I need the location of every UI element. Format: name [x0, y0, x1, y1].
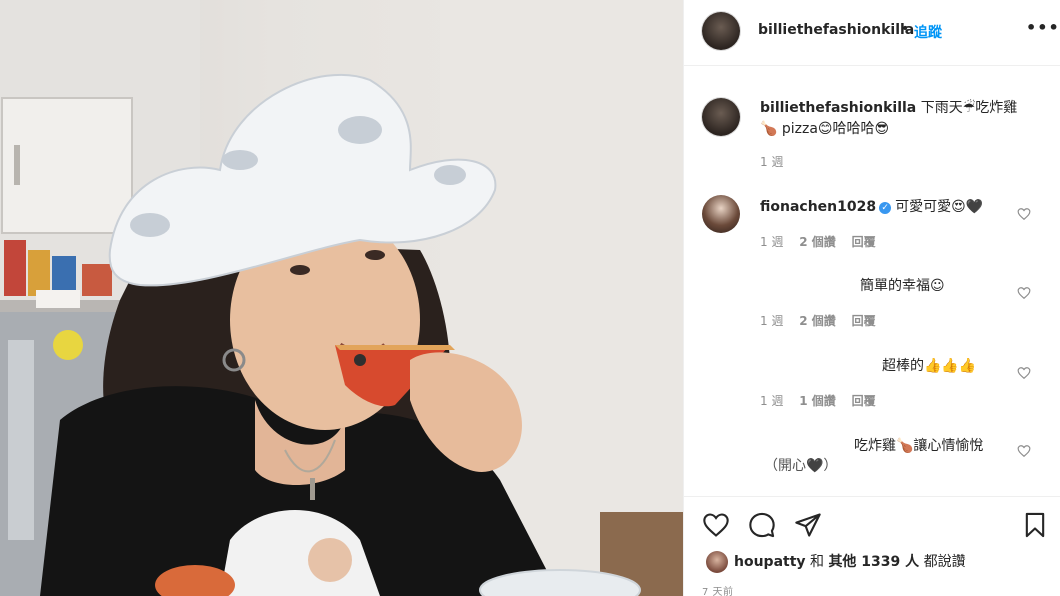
- caption-time[interactable]: 1 週: [760, 155, 783, 169]
- reply-comment: 簡單的幸福☺: [860, 276, 945, 296]
- comment-avatar[interactable]: [702, 195, 740, 233]
- comment-likes[interactable]: 1 個讚: [799, 394, 836, 408]
- comment-time[interactable]: 1 週: [760, 314, 783, 328]
- heart-icon[interactable]: [1017, 366, 1031, 380]
- comment-meta: 1 週 2 個讚 回覆: [760, 312, 888, 329]
- reply-button[interactable]: 回覆: [852, 394, 876, 408]
- caption-username[interactable]: billiethefashionkilla: [760, 100, 916, 116]
- verified-icon: ✓: [879, 202, 892, 214]
- comment-username[interactable]: fionachen1028: [760, 199, 876, 215]
- share-icon[interactable]: [794, 511, 822, 539]
- comment-meta: 1 週 1 個讚 回覆: [760, 392, 888, 409]
- comment-meta: 1 週 2 個讚 回覆: [760, 233, 888, 250]
- comment-icon[interactable]: [748, 511, 776, 539]
- caption: billiethefashionkilla 下雨天☔吃炸雞🍗 pizza😊哈哈哈…: [760, 98, 1030, 140]
- comment-text: 可愛可愛😍🖤: [895, 199, 984, 215]
- heart-icon[interactable]: [1017, 207, 1031, 221]
- action-bar: houpatty 和 其他 1339 人 都說讚 7 天前: [684, 496, 1060, 596]
- reply-comment-continued: （開心🖤）: [764, 456, 837, 476]
- author-username[interactable]: billiethefashionkilla: [758, 22, 914, 38]
- comment-likes[interactable]: 2 個讚: [799, 314, 836, 328]
- more-icon[interactable]: •••: [1026, 18, 1060, 37]
- likes-and: 和: [809, 554, 824, 570]
- comment-text: 簡單的幸福☺: [860, 278, 945, 294]
- liker-username[interactable]: houpatty: [734, 554, 806, 570]
- post-header: billiethefashionkilla • 追蹤 •••: [684, 0, 1060, 66]
- reply-comment: 吃炸雞🍗讓心情愉悅: [854, 436, 983, 456]
- comment-text: 吃炸雞🍗讓心情愉悅: [854, 438, 984, 454]
- likes-others[interactable]: 其他 1339 人: [828, 554, 919, 570]
- comment-text-continued: （開心🖤）: [764, 458, 838, 474]
- comments-section[interactable]: billiethefashionkilla 下雨天☔吃炸雞🍗 pizza😊哈哈哈…: [684, 67, 1060, 495]
- heart-icon[interactable]: [1017, 286, 1031, 300]
- reply-comment: 超棒的👍👍👍: [882, 356, 976, 376]
- bookmark-icon[interactable]: [1021, 511, 1049, 539]
- reply-button[interactable]: 回覆: [852, 314, 876, 328]
- comment-item: fionachen1028 ✓ 可愛可愛😍🖤: [760, 197, 983, 217]
- photo-illustration: [0, 0, 683, 596]
- caption-avatar[interactable]: [702, 98, 740, 136]
- separator-dot: •: [901, 21, 910, 37]
- likes-suffix: 都說讚: [923, 554, 966, 570]
- like-heart-icon[interactable]: [702, 511, 730, 539]
- post-sidebar: billiethefashionkilla • 追蹤 ••• billiethe…: [683, 0, 1060, 596]
- liker-avatar[interactable]: [706, 551, 728, 573]
- caption-meta: 1 週: [760, 153, 795, 170]
- likes-summary[interactable]: houpatty 和 其他 1339 人 都說讚: [706, 551, 966, 573]
- reply-button[interactable]: 回覆: [852, 235, 876, 249]
- post-photo[interactable]: [0, 0, 683, 596]
- comment-time[interactable]: 1 週: [760, 394, 783, 408]
- heart-icon[interactable]: [1017, 444, 1031, 458]
- comment-time[interactable]: 1 週: [760, 235, 783, 249]
- follow-button[interactable]: 追蹤: [914, 22, 942, 42]
- author-avatar[interactable]: [702, 12, 740, 50]
- post-timestamp[interactable]: 7 天前: [702, 583, 734, 596]
- comment-text: 超棒的👍👍👍: [882, 358, 977, 374]
- comment-likes[interactable]: 2 個讚: [799, 235, 836, 249]
